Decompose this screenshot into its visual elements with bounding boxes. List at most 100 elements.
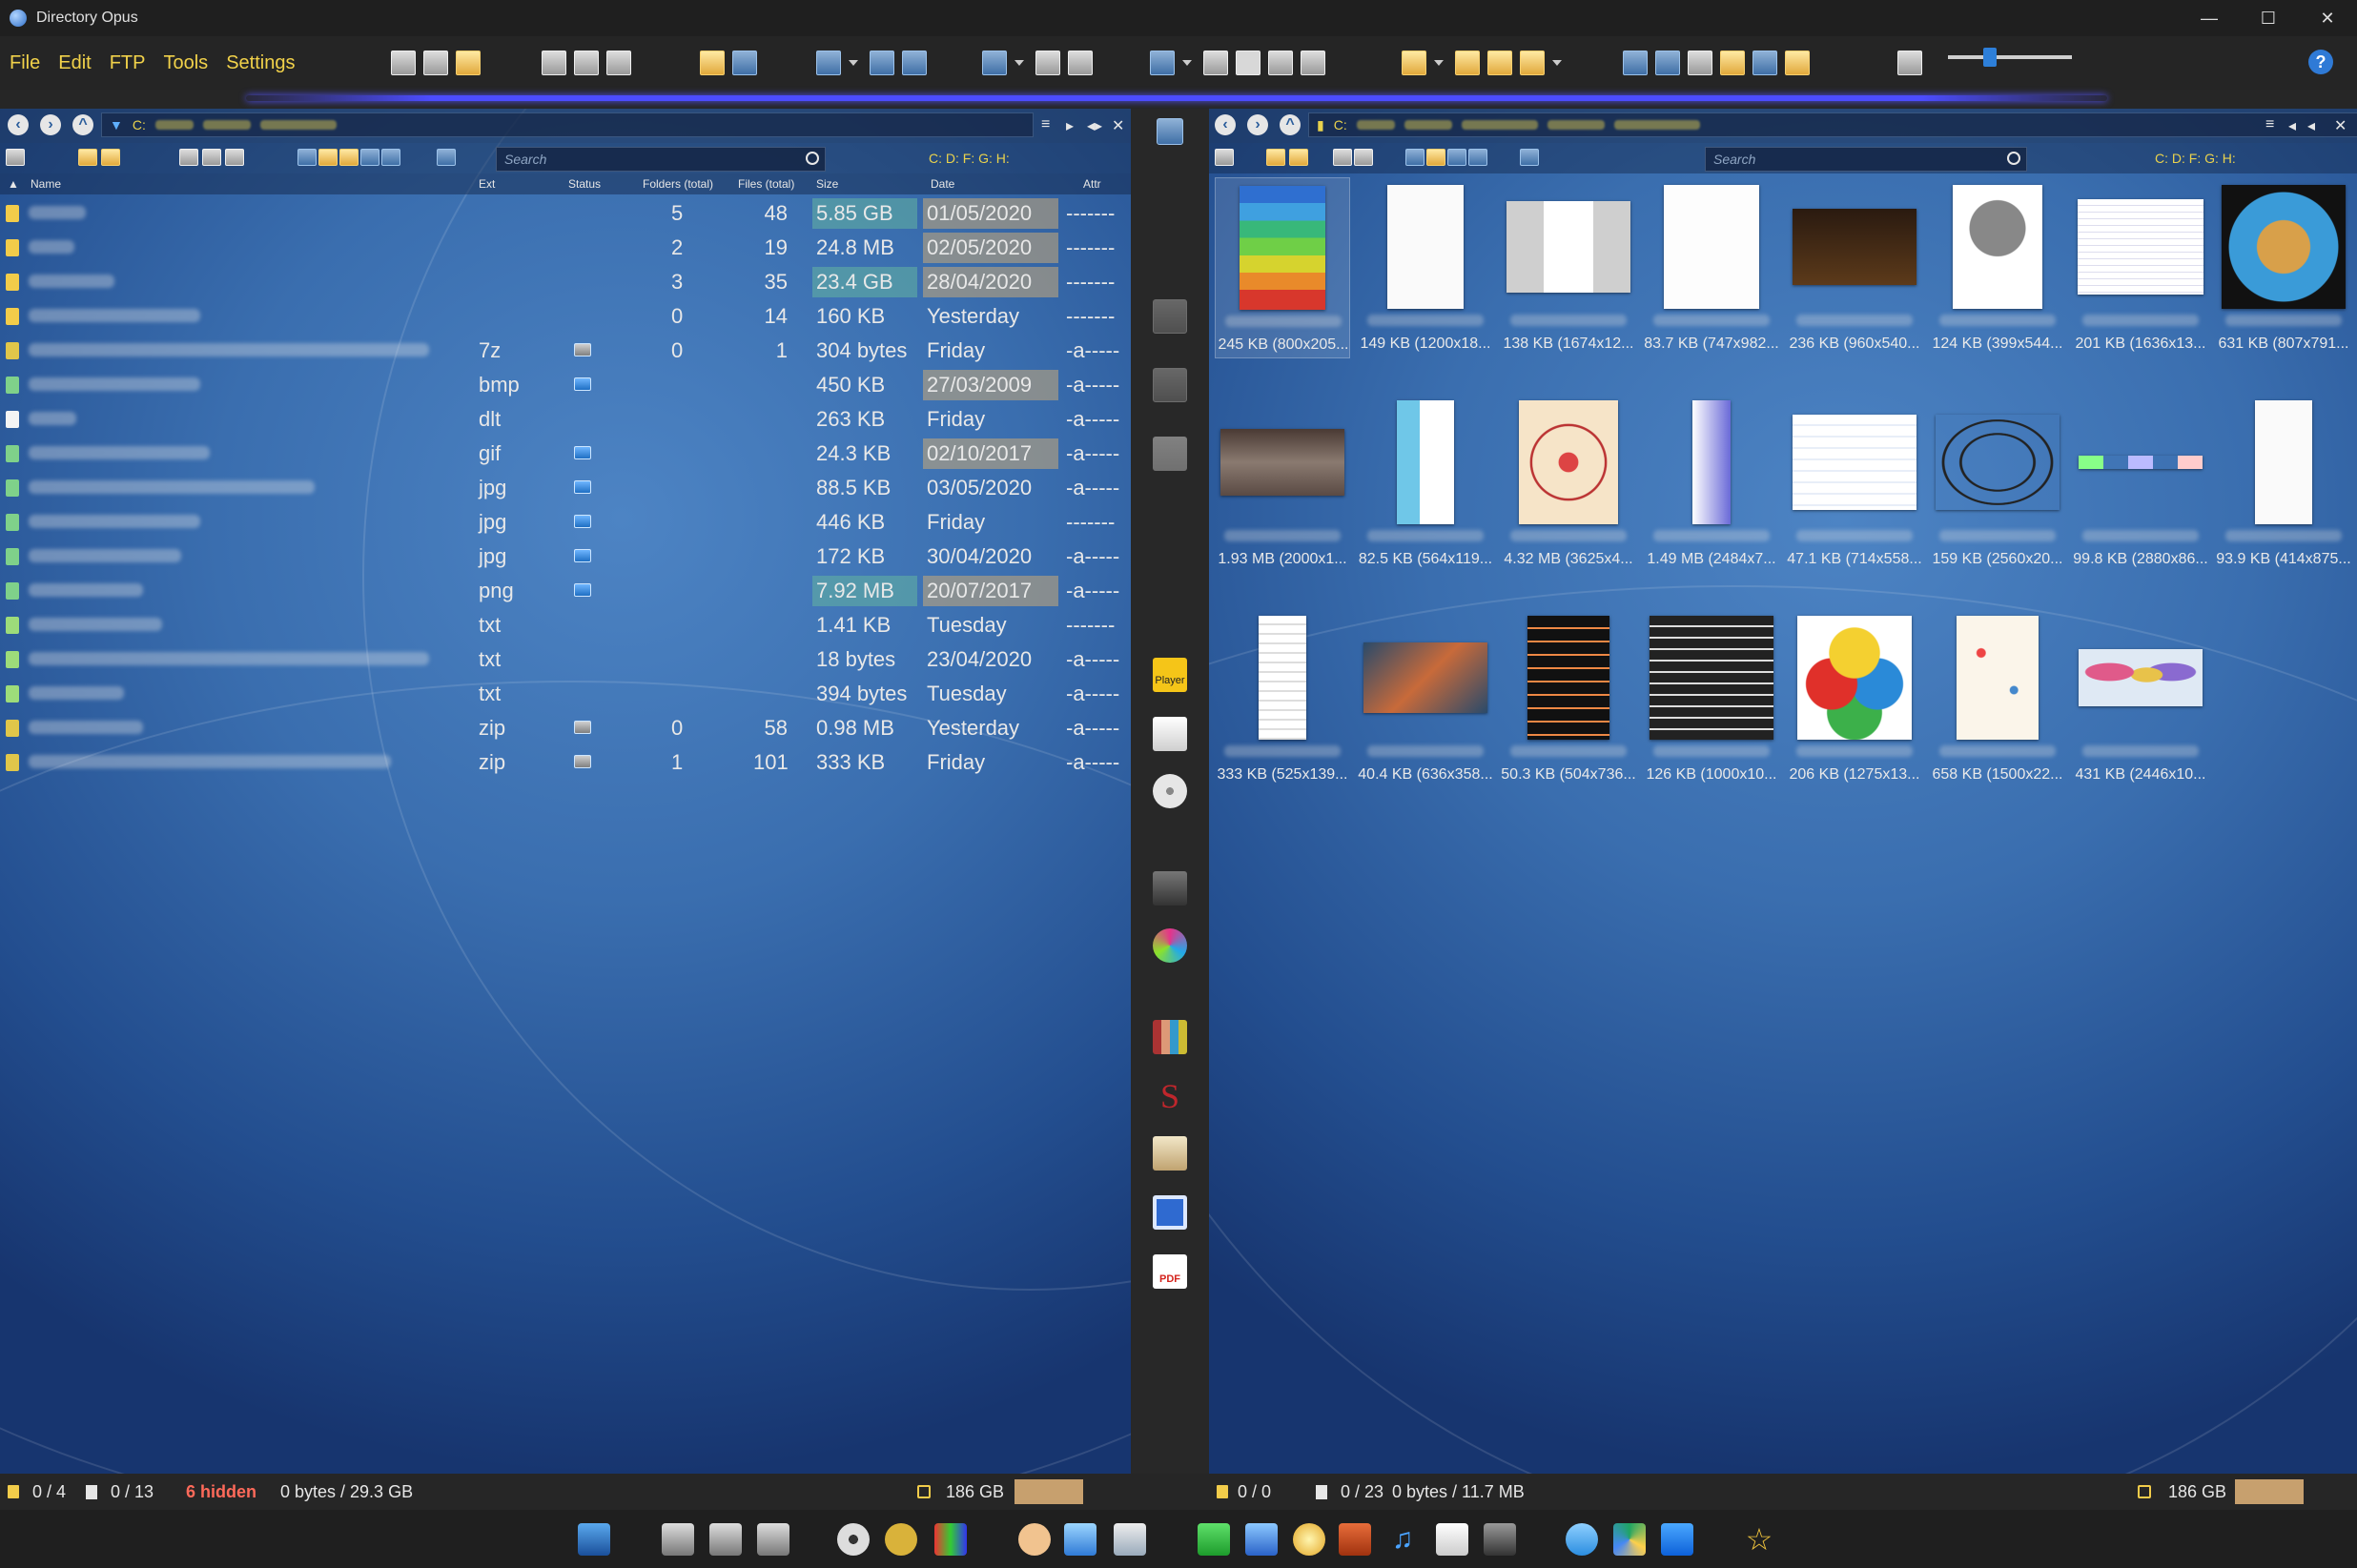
col-status[interactable]: Status [568,177,601,191]
thumbnail-image[interactable] [1527,616,1609,740]
list-view-icon[interactable] [982,51,1007,75]
drive-f-icon[interactable] [757,1523,789,1556]
google-drive-icon[interactable] [1613,1523,1646,1556]
thumbnail-tile[interactable]: 431 KB (2446x10... [2073,608,2208,789]
favorites-icon[interactable] [1402,51,1426,75]
thumbnail-image[interactable] [1387,185,1464,309]
close-button[interactable]: ✕ [2298,0,2357,36]
thumbnail-tile[interactable]: 40.4 KB (636x358... [1358,608,1493,789]
file-row[interactable]: zip 1 101 333 KB Friday -a----- [0,745,1131,780]
view-icon[interactable] [381,149,400,166]
file-name-blurred[interactable] [29,618,162,631]
path-segment[interactable] [1547,120,1605,130]
drive-d-icon[interactable] [709,1523,742,1556]
recent-folder-icon[interactable] [1487,51,1512,75]
rename-icon[interactable] [225,149,244,166]
file-name-blurred[interactable] [29,480,315,494]
left-search-input[interactable]: Search [496,147,826,172]
up-icon[interactable]: ^ [1280,114,1301,135]
favorites-star-icon[interactable]: ☆ [1743,1523,1775,1556]
search-icon[interactable] [2007,152,2020,165]
tools-icon[interactable] [1153,871,1187,906]
col-folders[interactable]: Folders (total) [643,177,713,191]
share-icon[interactable] [1426,149,1445,166]
4k-video-icon[interactable] [885,1523,917,1556]
thumbnail-image[interactable] [1259,616,1306,740]
file-name-blurred[interactable] [29,412,76,425]
file-name-blurred[interactable] [29,721,143,734]
lock-icon[interactable] [917,1485,931,1498]
path-segment[interactable] [154,120,194,130]
new-file-icon[interactable] [1289,149,1308,166]
swap-panes-icon[interactable] [1157,118,1183,145]
scrivener-icon[interactable]: S [1153,1079,1187,1113]
thumbnail-image[interactable] [2078,199,2203,295]
thumbnail-image[interactable] [1506,201,1630,293]
find-icon[interactable] [700,51,725,75]
maximize-button[interactable]: ☐ [2239,0,2298,36]
tv-icon[interactable] [934,1523,967,1556]
thumbnail-tile[interactable]: 50.3 KB (504x736... [1501,608,1636,789]
back-icon[interactable]: ‹ [8,114,29,135]
pane-menu-icon[interactable]: ≡ [1041,116,1050,133]
thumbnail-image[interactable] [2222,185,2346,309]
copy-icon[interactable] [423,51,448,75]
thumbnail-tile[interactable]: 631 KB (807x791... [2216,177,2351,358]
print-icon[interactable] [1897,51,1922,75]
thumbnail-tile[interactable]: 83.7 KB (747x982... [1644,177,1779,358]
minimize-button[interactable]: — [2180,0,2239,36]
file-row[interactable]: png 7.92 MB 20/07/2017 -a----- [0,574,1131,608]
thumbnail-image[interactable] [1797,616,1912,740]
menu-edit[interactable]: Edit [58,52,91,74]
thumbnail-tile[interactable]: 245 KB (800x205... [1215,177,1350,358]
folder-tree-icon[interactable] [1203,51,1228,75]
photos-icon[interactable] [1245,1523,1278,1556]
thumbnail-image[interactable] [1220,429,1344,496]
pdf-icon[interactable]: PDF [1153,1254,1187,1289]
menu-tools[interactable]: Tools [163,52,208,74]
player-icon[interactable]: Player [1153,658,1187,692]
path-drive[interactable]: C: [1334,117,1347,132]
thumbnail-image[interactable] [1650,616,1773,740]
tabs-icon[interactable] [1623,51,1648,75]
file-row[interactable]: 2 19 24.8 MB 02/05/2020 ------- [0,231,1131,265]
thumbnail-image[interactable] [1953,185,2042,309]
pane-swap-icon[interactable]: ◂▸ [1087,116,1102,135]
drive-buttons[interactable]: C: D: F: G: H: [929,151,1010,166]
menu-file[interactable]: File [10,52,40,74]
panel-layout-dropdown-icon[interactable] [1182,60,1192,66]
tree-lister-icon[interactable] [606,51,631,75]
path-segment[interactable] [1404,120,1452,130]
new-file-icon[interactable] [101,149,120,166]
thumbnail-tile[interactable]: 138 KB (1674x12... [1501,177,1636,358]
thumbnail-image[interactable] [1957,616,2039,740]
thumbnail-image[interactable] [1363,642,1487,713]
thumbnail-tile[interactable]: 201 KB (1636x13... [2073,177,2208,358]
file-name-blurred[interactable] [29,275,114,288]
left-path-field[interactable]: ▼ C: [101,112,1034,137]
thumbnail-tile[interactable]: 1.49 MB (2484x7... [1644,393,1779,574]
copy-to-icon[interactable] [1333,149,1352,166]
desktop-icon[interactable] [1114,1523,1146,1556]
user-icon[interactable] [1018,1523,1051,1556]
path-drive[interactable]: C: [133,117,146,132]
notebook-icon[interactable] [1153,1195,1187,1230]
menu-ftp[interactable]: FTP [110,52,146,74]
documents-icon[interactable] [1436,1523,1468,1556]
thumbnail-image[interactable] [2079,649,2203,706]
thumbnails-toggle-icon[interactable] [437,149,456,166]
path-segment[interactable] [202,120,251,130]
col-files[interactable]: Files (total) [738,177,794,191]
path-segment[interactable] [1461,120,1538,130]
file-row[interactable]: 3 35 23.4 GB 28/04/2020 ------- [0,265,1131,299]
web-icon[interactable] [339,149,359,166]
file-row[interactable]: jpg 88.5 KB 03/05/2020 -a----- [0,471,1131,505]
view-icon[interactable] [1468,149,1487,166]
col-name[interactable]: Name [31,177,61,191]
delete-icon[interactable] [391,51,416,75]
thumbnail-image[interactable] [1519,400,1618,524]
thumbnail-tile[interactable]: 93.9 KB (414x875... [2216,393,2351,574]
thumbnails-toggle-icon[interactable] [1520,149,1539,166]
downloads-icon[interactable] [1198,1523,1230,1556]
select-icon[interactable] [1752,51,1777,75]
